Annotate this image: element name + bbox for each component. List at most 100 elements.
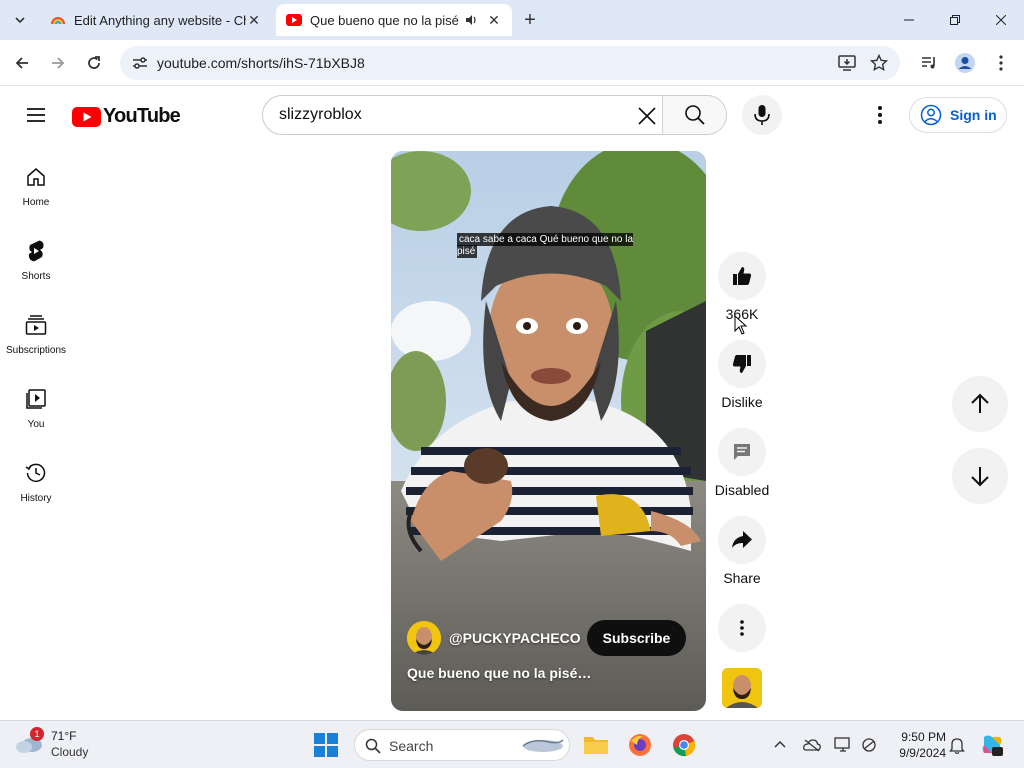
url-text: youtube.com/shorts/ihS-71bXBJ8 — [157, 55, 365, 71]
hamburger-menu-icon — [27, 108, 45, 122]
back-button[interactable] — [8, 49, 36, 77]
address-bar[interactable]: youtube.com/shorts/ihS-71bXBJ8 — [120, 46, 900, 80]
bookmark-star-icon[interactable] — [870, 54, 888, 72]
thumbs-up-icon — [733, 267, 752, 285]
folder-icon — [584, 737, 608, 754]
comments-action[interactable]: Disabled — [714, 428, 770, 498]
close-tab-icon[interactable]: ✕ — [246, 12, 262, 28]
forward-button[interactable] — [44, 49, 72, 77]
voice-search-button[interactable] — [742, 95, 782, 135]
sidebar-item-shorts[interactable]: Shorts — [0, 229, 72, 289]
channel-name-link[interactable]: @PUCKYPACHECO — [449, 630, 581, 646]
clock-date: 9/9/2024 — [899, 746, 946, 760]
like-action[interactable]: 366K — [714, 252, 770, 322]
previous-short-button[interactable] — [952, 376, 1008, 432]
home-icon — [24, 165, 48, 189]
network-status-icon[interactable] — [860, 737, 878, 753]
youtube-wordmark: YouTube — [103, 105, 181, 127]
sidebar-item-you[interactable]: You — [0, 377, 72, 437]
onedrive-icon[interactable] — [803, 738, 821, 752]
arrow-up-icon — [971, 393, 989, 413]
search-input[interactable]: slizzyroblox — [279, 106, 362, 124]
reload-button[interactable] — [80, 49, 108, 77]
system-clock[interactable]: 9:50 PM 9/9/2024 — [890, 729, 946, 761]
profile-avatar-icon — [955, 53, 975, 73]
dislike-button[interactable] — [718, 340, 766, 388]
sidebar-item-history[interactable]: History — [0, 451, 72, 511]
forward-arrow-icon — [52, 57, 65, 69]
more-actions[interactable] — [714, 604, 770, 652]
subscribe-button[interactable]: Subscribe — [586, 620, 687, 656]
sidebar-label: Shorts — [21, 271, 51, 282]
display-settings-icon[interactable] — [834, 737, 852, 753]
close-tab-icon[interactable]: ✕ — [486, 12, 502, 28]
youtube-play-logo-icon — [72, 106, 101, 127]
media-control-button[interactable] — [918, 52, 940, 74]
more-actions-button[interactable] — [718, 604, 766, 652]
install-app-icon[interactable] — [838, 54, 856, 72]
caption-text: caca sabe a caca Qué bueno que no la pis… — [457, 233, 634, 258]
browser-tab-youtube[interactable]: Que bueno que no la pisé ✕ — [276, 4, 512, 36]
start-button[interactable] — [314, 733, 338, 757]
clear-search-icon[interactable] — [637, 106, 657, 126]
site-settings-icon[interactable] — [132, 56, 148, 70]
profile-button[interactable] — [954, 52, 976, 74]
clock-time: 9:50 PM — [901, 730, 946, 744]
taskbar-search[interactable]: Search — [354, 729, 570, 761]
sidebar-item-subscriptions[interactable]: Subscriptions — [0, 303, 72, 363]
weather-widget[interactable]: 1 71°F Cloudy — [14, 727, 114, 763]
comments-button[interactable] — [718, 428, 766, 476]
sound-source-avatar[interactable] — [722, 668, 762, 708]
reload-icon — [88, 56, 100, 69]
dislike-label: Dislike — [721, 394, 763, 410]
account-circle-icon — [920, 104, 942, 126]
notification-badge: 1 — [30, 727, 44, 741]
next-short-button[interactable] — [952, 448, 1008, 504]
sidebar-item-home[interactable]: Home — [0, 155, 72, 215]
channel-avatar[interactable] — [407, 621, 441, 655]
browser-tab-edit-anything[interactable]: Edit Anything any website - Ch ✕ — [40, 4, 272, 36]
speaker-icon[interactable] — [464, 13, 478, 27]
vertical-dots-icon — [878, 106, 882, 124]
chrome-app[interactable] — [670, 731, 698, 759]
guide-menu-button[interactable] — [24, 103, 48, 127]
weather-temperature: 71°F — [51, 729, 77, 743]
copilot-icon[interactable] — [980, 733, 1004, 757]
media-queue-icon — [922, 57, 935, 69]
firefox-app[interactable] — [626, 731, 654, 759]
minimize-button[interactable] — [886, 0, 932, 40]
restore-button[interactable] — [932, 0, 978, 40]
share-action[interactable]: Share — [714, 516, 770, 586]
channel-avatar-image — [407, 621, 441, 655]
sign-in-button[interactable]: Sign in — [909, 97, 1007, 133]
search-button[interactable] — [662, 96, 726, 134]
weather-condition: Cloudy — [51, 745, 89, 759]
arrow-down-icon — [971, 467, 989, 487]
search-icon — [684, 105, 705, 125]
search-box[interactable]: slizzyroblox — [262, 95, 727, 135]
show-hidden-icons-chevron-icon[interactable] — [774, 739, 786, 751]
comment-icon — [734, 444, 750, 460]
tab-search-button[interactable] — [6, 6, 34, 34]
settings-menu-button[interactable] — [868, 103, 892, 127]
share-button[interactable] — [718, 516, 766, 564]
new-tab-button[interactable]: + — [518, 8, 542, 32]
thumbs-down-icon — [732, 355, 751, 373]
like-button[interactable] — [718, 252, 766, 300]
mouse-cursor-icon — [734, 315, 748, 335]
close-window-button[interactable] — [978, 0, 1024, 40]
dislike-action[interactable]: Dislike — [714, 340, 770, 410]
windows-logo-icon — [314, 733, 338, 757]
search-icon — [365, 738, 381, 754]
youtube-logo[interactable]: YouTube — [72, 105, 181, 128]
back-arrow-icon — [15, 57, 28, 69]
microphone-icon — [754, 105, 770, 125]
short-title-link[interactable]: Que bueno que no la pisé… — [407, 665, 591, 681]
file-explorer-app[interactable] — [582, 731, 610, 759]
sidebar-label: History — [20, 493, 52, 504]
browser-menu-button[interactable] — [990, 52, 1012, 74]
notification-bell-icon[interactable] — [949, 736, 965, 754]
restore-icon — [950, 15, 960, 25]
shorts-video-player[interactable]: caca sabe a caca Qué bueno que no la pis… — [391, 151, 706, 711]
vertical-dots-icon — [740, 620, 744, 636]
